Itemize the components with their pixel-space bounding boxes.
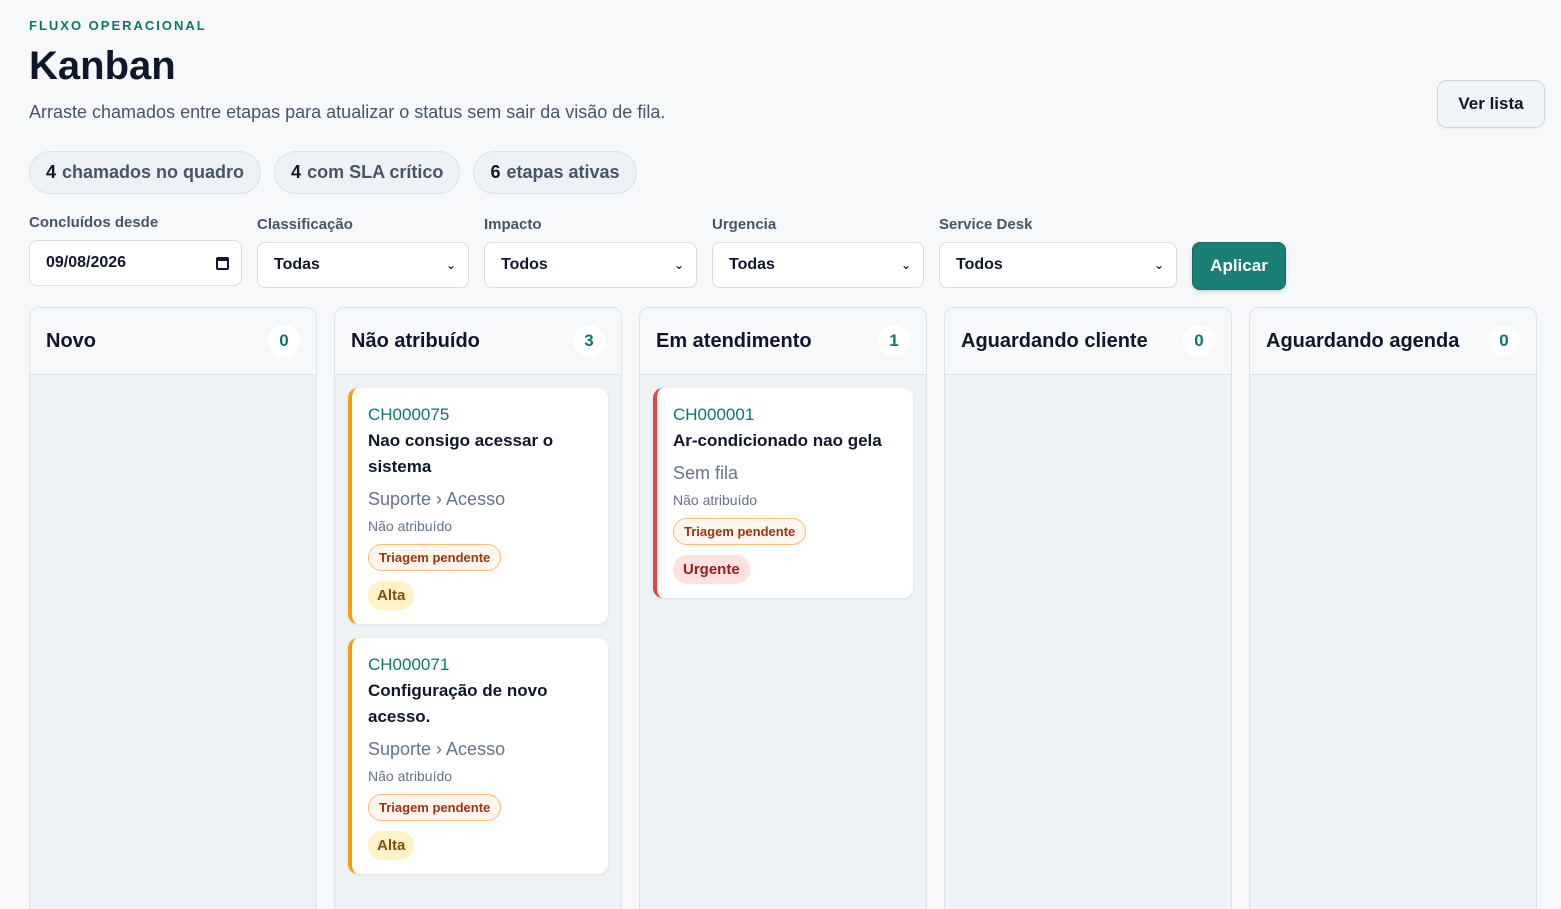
chevron-down-icon: ⌄ xyxy=(673,258,684,272)
impacto-select[interactable]: Todos ⌄ xyxy=(484,242,697,288)
column-aguardando-agenda[interactable]: Aguardando agenda 0 xyxy=(1249,307,1537,909)
column-title: Em atendimento xyxy=(656,329,812,352)
ticket-code[interactable]: CH000001 xyxy=(673,404,897,426)
apply-button[interactable]: Aplicar xyxy=(1192,242,1286,290)
column-count-badge: 3 xyxy=(573,325,605,357)
ticket-code[interactable]: CH000075 xyxy=(368,404,592,426)
stat-label: chamados no quadro xyxy=(62,162,245,182)
column-title: Não atribuído xyxy=(351,329,480,352)
column-title: Aguardando agenda xyxy=(1266,329,1460,352)
ticket-title: Configuração de novo acesso. xyxy=(368,681,548,726)
select-value: Todos xyxy=(956,256,1003,273)
ticket-code[interactable]: CH000071 xyxy=(368,654,592,676)
column-header: Em atendimento 1 xyxy=(640,308,926,375)
triage-badge: Triagem pendente xyxy=(368,544,502,571)
column-header: Novo 0 xyxy=(30,308,316,375)
chevron-down-icon: ⌄ xyxy=(445,258,456,272)
stat-label: etapas ativas xyxy=(506,162,620,182)
stat-chip-tickets: 4 chamados no quadro xyxy=(29,151,262,194)
card-list: CH000001 Ar-condicionado nao gela Sem fi… xyxy=(640,375,926,611)
stat-value: 6 xyxy=(490,162,501,182)
page-subtitle: Arraste chamados entre etapas para atual… xyxy=(29,102,666,122)
triage-badge: Triagem pendente xyxy=(368,794,502,821)
ticket-category: Suporte › Acesso xyxy=(368,489,506,509)
column-header: Aguardando agenda 0 xyxy=(1250,308,1536,375)
chevron-down-icon: ⌄ xyxy=(900,258,911,272)
filter-label: Service Desk xyxy=(939,216,1033,233)
select-value: Todas xyxy=(274,256,320,273)
column-novo[interactable]: Novo 0 xyxy=(29,307,317,909)
filter-label: Concluídos desde xyxy=(29,214,159,231)
priority-badge: Alta xyxy=(368,831,415,860)
column-title: Novo xyxy=(46,329,96,352)
filter-impacto: Impacto Todos ⌄ xyxy=(484,214,697,288)
priority-badge: Urgente xyxy=(673,555,750,584)
ticket-assignee: Não atribuído xyxy=(368,768,453,784)
ticket-title: Ar-condicionado nao gela xyxy=(673,431,882,450)
page-title: Kanban xyxy=(29,44,176,88)
filter-label: Impacto xyxy=(484,216,542,233)
column-aguardando-cliente[interactable]: Aguardando cliente 0 xyxy=(944,307,1232,909)
filter-concluded-since: Concluídos desde 09/08/2026 xyxy=(29,212,242,286)
column-count-badge: 0 xyxy=(268,325,300,357)
column-title: Aguardando cliente xyxy=(961,329,1148,352)
ticket-category: Suporte › Acesso xyxy=(368,739,506,759)
ticket-badges: Triagem pendente Alta xyxy=(368,784,592,860)
priority-badge: Alta xyxy=(368,581,415,610)
stat-label: com SLA crítico xyxy=(307,162,444,182)
ticket-queue: Sem fila xyxy=(673,463,739,483)
stats-bar: 4 chamados no quadro 4 com SLA crítico 6… xyxy=(29,151,637,194)
date-input[interactable]: 09/08/2026 xyxy=(29,240,242,286)
column-em-atendimento[interactable]: Em atendimento 1 CH000001 Ar-condicionad… xyxy=(639,307,927,909)
select-value: Todas xyxy=(729,256,775,273)
column-count-badge: 1 xyxy=(878,325,910,357)
stat-value: 4 xyxy=(291,162,302,182)
triage-badge: Triagem pendente xyxy=(673,518,807,545)
column-header: Não atribuído 3 xyxy=(335,308,621,375)
page-eyebrow: FLUXO OPERACIONAL xyxy=(29,18,207,33)
ticket-assignee: Não atribuído xyxy=(368,518,453,534)
ticket-card[interactable]: CH000001 Ar-condicionado nao gela Sem fi… xyxy=(653,388,913,598)
urgencia-select[interactable]: Todas ⌄ xyxy=(712,242,924,288)
ticket-assignee: Não atribuído xyxy=(673,492,758,508)
ticket-badges: Triagem pendente Urgente xyxy=(673,508,897,584)
classificacao-select[interactable]: Todas ⌄ xyxy=(257,242,469,288)
ticket-title: Nao consigo acessar o sistema xyxy=(368,431,554,476)
service-desk-select[interactable]: Todos ⌄ xyxy=(939,242,1177,288)
calendar-icon[interactable] xyxy=(216,256,229,270)
ticket-badges: Triagem pendente Alta xyxy=(368,534,592,610)
filter-classificacao: Classificação Todas ⌄ xyxy=(257,214,469,288)
select-value: Todos xyxy=(501,256,548,273)
date-value: 09/08/2026 xyxy=(46,254,127,271)
filter-label: Urgencia xyxy=(712,216,777,233)
chevron-down-icon: ⌄ xyxy=(1153,258,1164,272)
filter-label: Classificação xyxy=(257,216,353,233)
filter-service-desk: Service Desk Todos ⌄ xyxy=(939,214,1177,288)
stat-chip-stages: 6 etapas ativas xyxy=(473,151,637,194)
column-count-badge: 0 xyxy=(1183,325,1215,357)
filter-urgencia: Urgencia Todas ⌄ xyxy=(712,214,924,288)
stat-value: 4 xyxy=(46,162,57,182)
card-list: CH000075 Nao consigo acessar o sistema S… xyxy=(335,375,621,887)
stat-chip-sla: 4 com SLA crítico xyxy=(274,151,461,194)
ticket-card[interactable]: CH000075 Nao consigo acessar o sistema S… xyxy=(348,388,608,624)
column-nao-atribuido[interactable]: Não atribuído 3 CH000075 Nao consigo ace… xyxy=(334,307,622,909)
ver-lista-button[interactable]: Ver lista xyxy=(1437,80,1545,128)
column-header: Aguardando cliente 0 xyxy=(945,308,1231,375)
column-count-badge: 0 xyxy=(1488,325,1520,357)
ticket-card[interactable]: CH000071 Configuração de novo acesso. Su… xyxy=(348,638,608,874)
